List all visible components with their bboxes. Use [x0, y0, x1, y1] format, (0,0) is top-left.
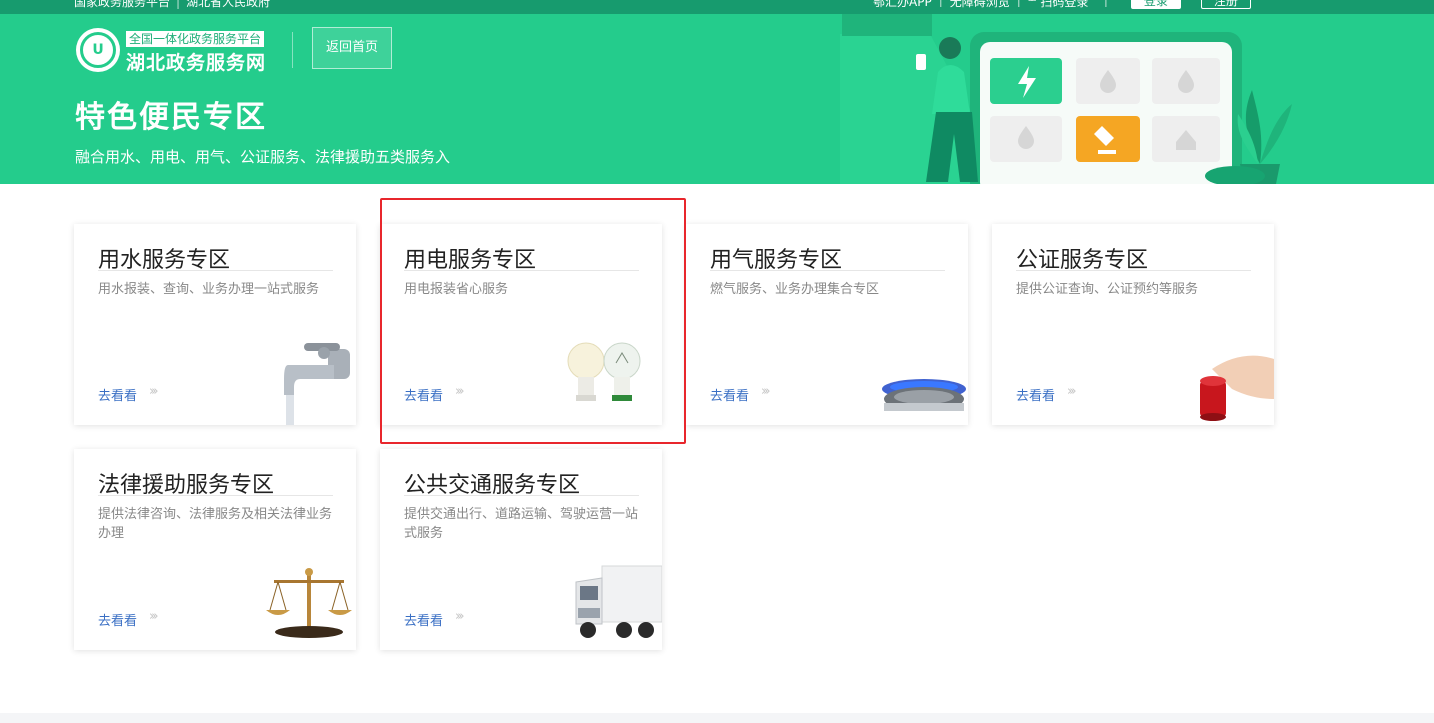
double-chevron-right-icon: ›››: [455, 609, 464, 624]
header-banner: U 全国一体化政务服务平台 湖北政务服务网 返回首页 特色便民专区 融合用水、用…: [0, 14, 1434, 184]
qr-icon: ▦: [1028, 0, 1037, 3]
card-notary-service[interactable]: 公证服务专区 提供公证查询、公证预约等服务 去看看 ›››: [992, 224, 1274, 425]
logo-title[interactable]: 湖北政务服务网: [126, 48, 266, 75]
card-public-transport-service[interactable]: 公共交通服务专区 提供交通出行、道路运输、驾驶运营一站式服务 去看看 ›››: [380, 449, 662, 650]
double-chevron-right-icon: ›››: [761, 384, 770, 399]
double-chevron-right-icon: ›››: [455, 384, 464, 399]
divider: [98, 270, 333, 271]
top-bar: 国家政务服务平台|湖北省人民政府 鄂汇办APP| 无障碍浏览| ▦ 扫码登录 ▾…: [0, 0, 1434, 14]
truck-image: [575, 565, 662, 638]
bulb-image: [567, 342, 641, 401]
card-description: 用水报装、查询、业务办理一站式服务: [98, 282, 320, 297]
divider: [98, 495, 333, 496]
register-button[interactable]: 注册: [1200, 0, 1251, 9]
card-description: 提供法律咨询、法律服务及相关法律业务办理: [98, 507, 333, 541]
card-description: 用电报装省心服务: [404, 282, 509, 297]
card-electricity-service[interactable]: 用电服务专区 用电报装省心服务 去看看 ›››: [380, 224, 662, 425]
card-water-service[interactable]: 用水服务专区 用水报装、查询、业务办理一站式服务 去看看 ›››: [74, 224, 356, 425]
divider: [404, 270, 639, 271]
logo-divider: [292, 32, 293, 68]
card-more-link[interactable]: 去看看: [710, 385, 749, 404]
double-chevron-right-icon: ›››: [149, 609, 158, 624]
card-description: 提供公证查询、公证预约等服务: [1016, 282, 1199, 297]
logo-subtitle: 全国一体化政务服务平台: [126, 31, 265, 47]
scan-login-link[interactable]: 扫码登录: [1040, 0, 1088, 10]
stamp-image: [1200, 355, 1274, 421]
topbar-left-links: 国家政务服务平台 | 湖北省人民政府: [74, 0, 270, 10]
card-more-link[interactable]: 去看看: [98, 385, 137, 404]
login-button[interactable]: 登录: [1130, 0, 1181, 9]
page-subtitle: 融合用水、用电、用气、公证服务、法律援助五类服务入: [75, 148, 451, 166]
topbar-right-links: 鄂汇办APP| 无障碍浏览| ▦ 扫码登录 ▾| 登录 注册: [873, 0, 1251, 10]
scales-image: [266, 568, 352, 638]
card-description: 提供交通出行、道路运输、驾驶运营一站式服务: [404, 507, 639, 541]
app-link[interactable]: 鄂汇办APP: [873, 0, 932, 10]
divider: [710, 270, 945, 271]
double-chevron-right-icon: ›››: [149, 384, 158, 399]
provincial-gov-link[interactable]: 湖北省人民政府: [186, 0, 270, 9]
card-gas-service[interactable]: 用气服务专区 燃气服务、业务办理集合专区 去看看 ›››: [686, 224, 968, 425]
footer-strip: [0, 713, 1434, 723]
double-chevron-right-icon: ›››: [1067, 384, 1076, 399]
card-more-link[interactable]: 去看看: [1016, 385, 1055, 404]
card-legal-aid-service[interactable]: 法律援助服务专区 提供法律咨询、法律服务及相关法律业务办理 去看看 ›››: [74, 449, 356, 650]
banner-illustration: [840, 14, 1292, 184]
card-more-link[interactable]: 去看看: [404, 610, 443, 629]
card-more-link[interactable]: 去看看: [404, 385, 443, 404]
page-title: 特色便民专区: [75, 100, 267, 135]
logo-emblem-icon[interactable]: U: [76, 28, 120, 72]
accessibility-link[interactable]: 无障碍浏览: [950, 0, 1010, 10]
back-home-button[interactable]: 返回首页: [312, 27, 392, 69]
gas-burner-image: [882, 379, 966, 411]
national-platform-link[interactable]: 国家政务服务平台: [74, 0, 170, 9]
divider: [404, 495, 639, 496]
card-more-link[interactable]: 去看看: [98, 610, 137, 629]
divider: [1016, 270, 1251, 271]
card-description: 燃气服务、业务办理集合专区: [710, 282, 880, 297]
faucet-image: [284, 343, 350, 425]
chevron-down-icon: ▾: [1092, 0, 1097, 3]
